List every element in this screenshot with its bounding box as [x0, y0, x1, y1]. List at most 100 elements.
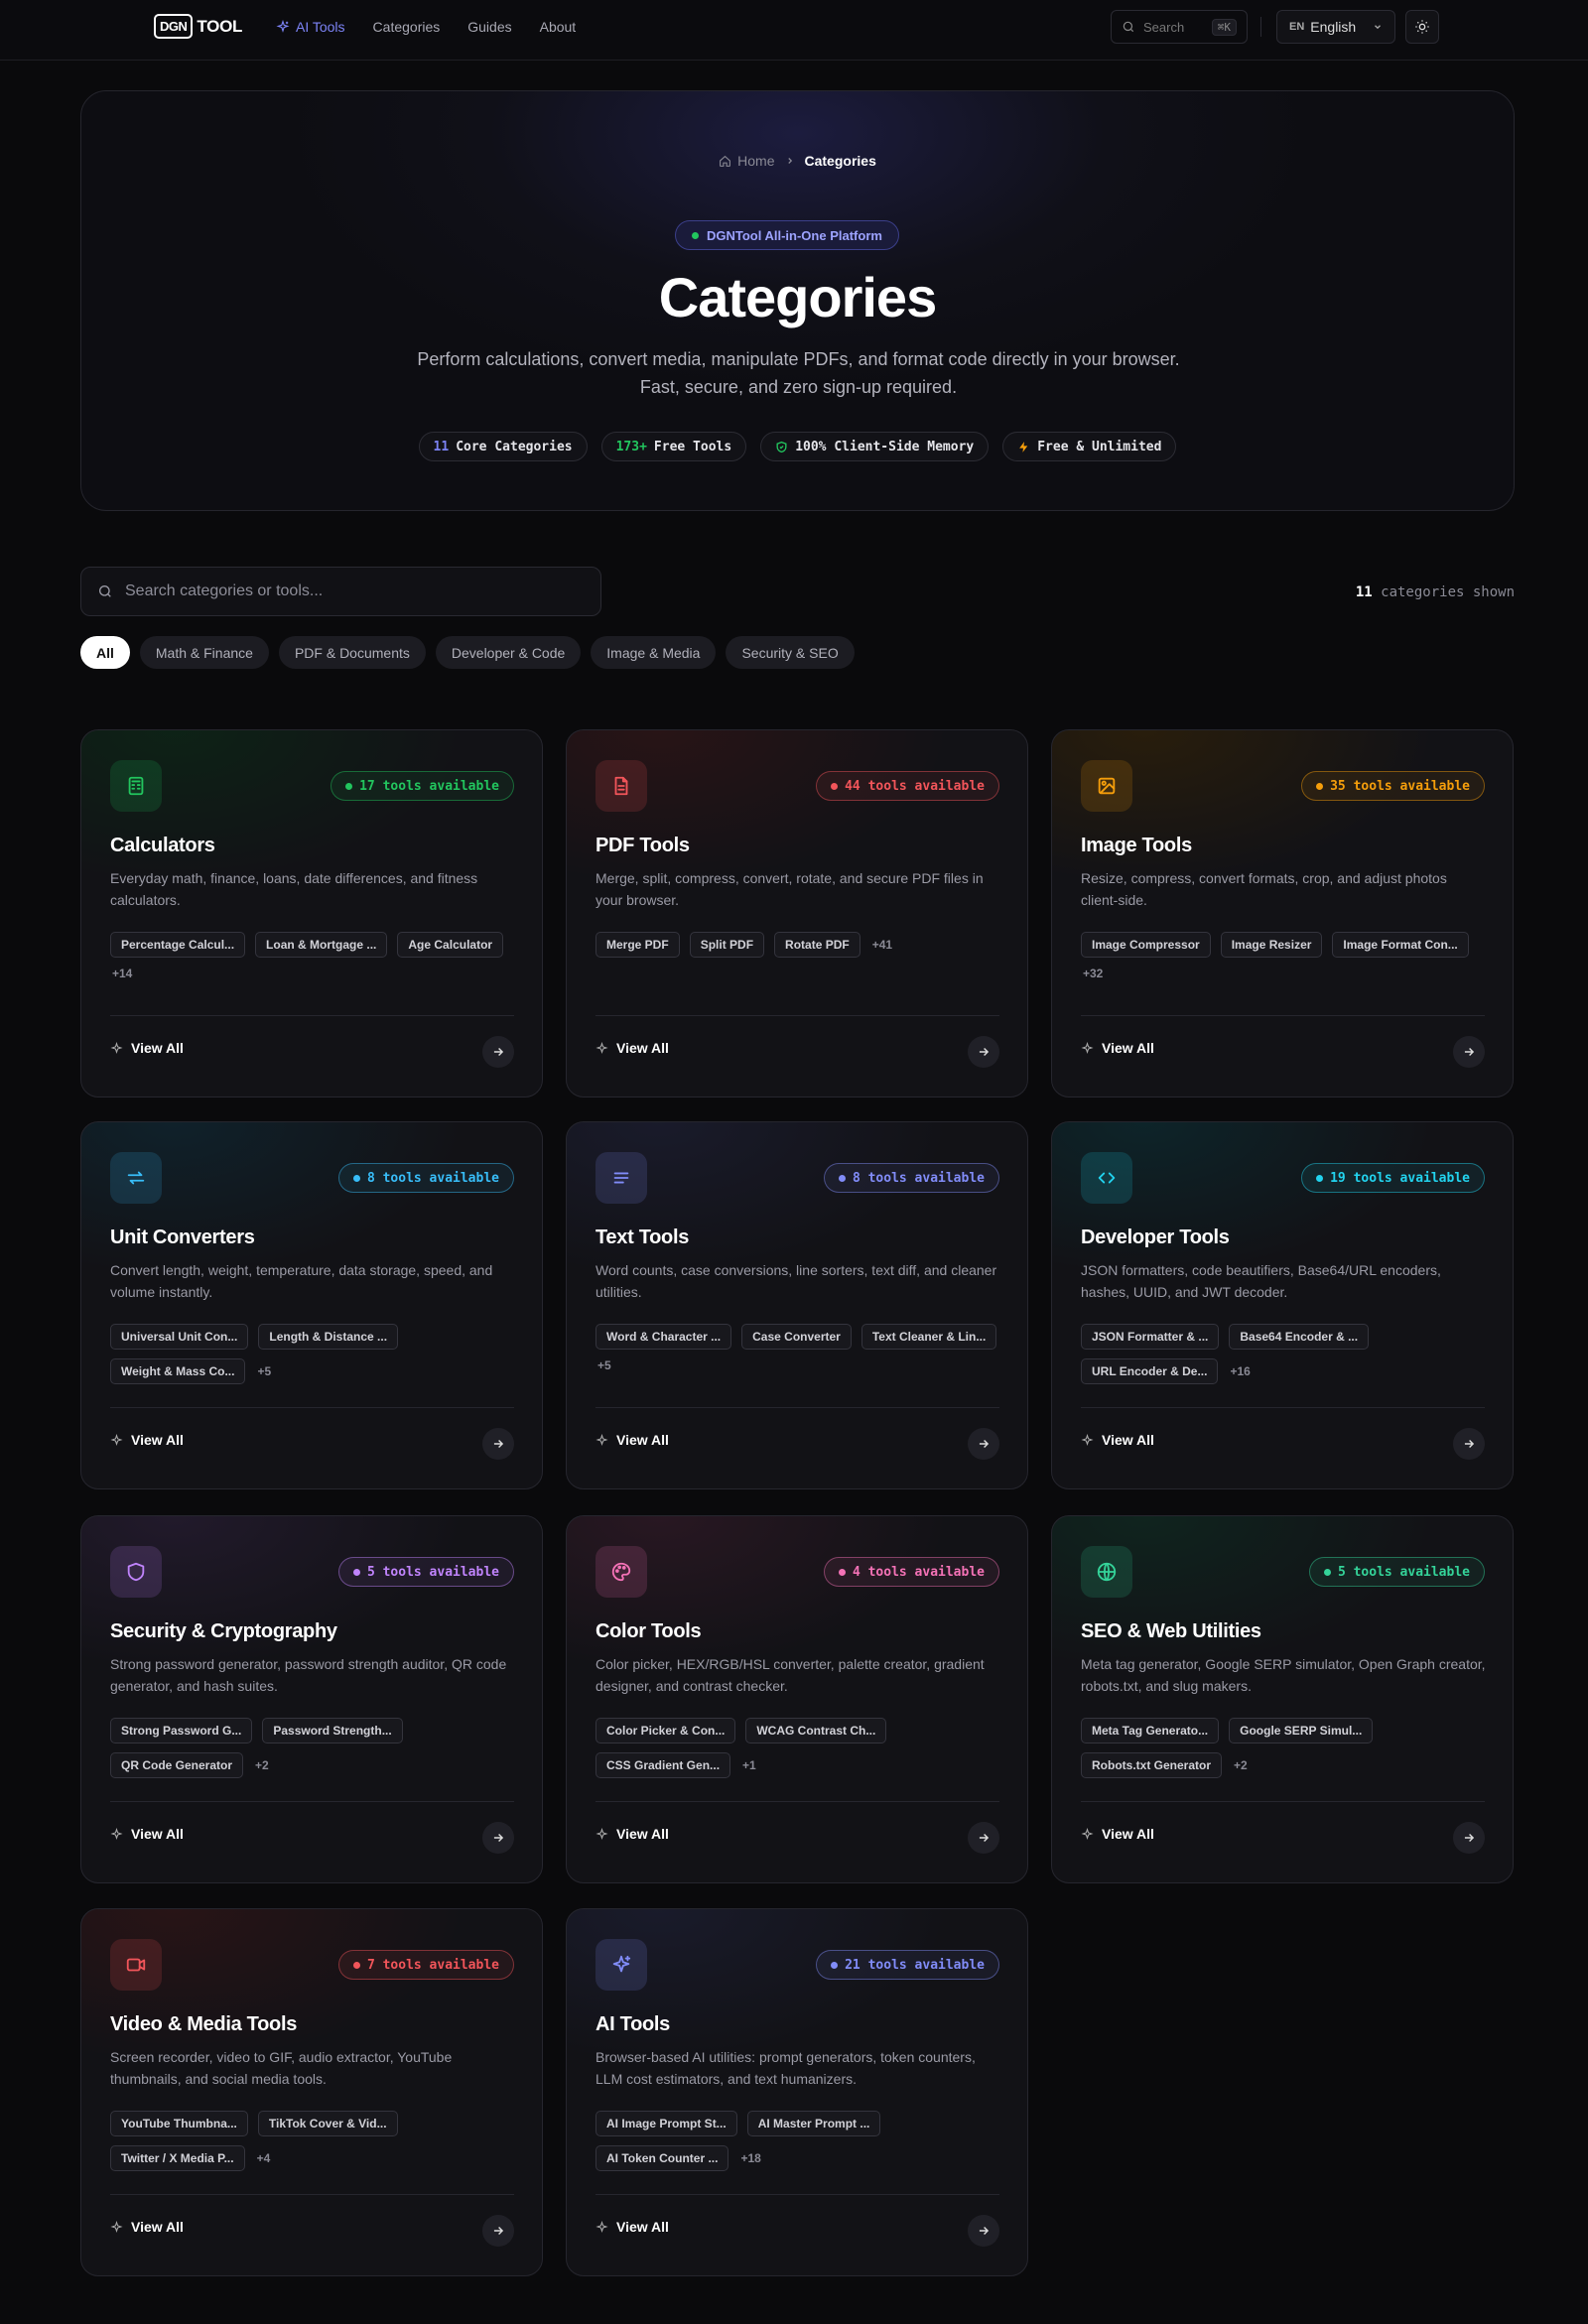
tool-tag[interactable]: Image Format Con...	[1332, 932, 1469, 958]
tool-tag[interactable]: URL Encoder & De...	[1081, 1358, 1219, 1384]
tool-tag[interactable]: Weight & Mass Co...	[110, 1358, 246, 1384]
tool-tag[interactable]: Robots.txt Generator	[1081, 1752, 1223, 1778]
category-search-input[interactable]: Search categories or tools...	[80, 567, 601, 616]
arrow-right-button[interactable]	[482, 1428, 514, 1460]
category-title[interactable]: Security & Cryptography	[110, 1620, 337, 1643]
tool-tag[interactable]: Color Picker & Con...	[596, 1718, 736, 1743]
category-card-image-tools[interactable]: 35 tools available Image Tools Resize, c…	[1051, 729, 1514, 1097]
tool-tag[interactable]: JSON Formatter & ...	[1081, 1324, 1220, 1350]
view-all-link[interactable]: View All	[1081, 1040, 1154, 1056]
tool-tag[interactable]: Merge PDF	[596, 932, 680, 958]
category-card-unit-converters[interactable]: 8 tools available Unit Converters Conver…	[80, 1121, 543, 1489]
stat-text: Core Categories	[456, 439, 573, 454]
tool-tag[interactable]: Percentage Calcul...	[110, 932, 246, 958]
filter-chip-image-media[interactable]: Image & Media	[591, 636, 717, 669]
view-all-link[interactable]: View All	[110, 1040, 184, 1056]
nav-link-categories[interactable]: Categories	[373, 19, 441, 35]
language-selector[interactable]: EN English	[1276, 10, 1395, 44]
nav-link-about[interactable]: About	[540, 19, 577, 35]
category-card-ai-tools[interactable]: 21 tools available AI Tools Browser-base…	[566, 1908, 1028, 2276]
arrow-right-button[interactable]	[968, 1036, 999, 1068]
arrow-right-icon	[979, 1833, 990, 1843]
tool-tag[interactable]: AI Master Prompt ...	[746, 2111, 881, 2136]
tool-tag[interactable]: QR Code Generator	[110, 1752, 244, 1778]
category-card-text-tools[interactable]: 8 tools available Text Tools Word counts…	[566, 1121, 1028, 1489]
arrow-right-button[interactable]	[1453, 1036, 1485, 1068]
filter-chip-security-seo[interactable]: Security & SEO	[726, 636, 855, 669]
arrow-right-button[interactable]	[482, 1036, 514, 1068]
category-card-pdf-tools[interactable]: 44 tools available PDF Tools Merge, spli…	[566, 729, 1028, 1097]
tool-tag[interactable]: Image Compressor	[1081, 932, 1211, 958]
tool-tag[interactable]: TikTok Cover & Vid...	[257, 2111, 398, 2136]
tool-tag[interactable]: Image Resizer	[1220, 932, 1323, 958]
tool-tag[interactable]: Split PDF	[689, 932, 765, 958]
category-title[interactable]: PDF Tools	[596, 835, 690, 857]
category-title[interactable]: Unit Converters	[110, 1227, 255, 1249]
view-all-link[interactable]: View All	[110, 1826, 184, 1842]
view-all-link[interactable]: View All	[596, 1826, 669, 1842]
view-all-link[interactable]: View All	[1081, 1826, 1154, 1842]
view-all-link[interactable]: View All	[596, 1040, 669, 1056]
breadcrumb-home[interactable]: Home	[737, 153, 774, 169]
tool-tag[interactable]: Case Converter	[741, 1324, 852, 1350]
tool-tag[interactable]: Strong Password G...	[110, 1718, 253, 1743]
theme-toggle-button[interactable]	[1405, 10, 1439, 44]
filter-chip-developer-code[interactable]: Developer & Code	[435, 636, 582, 669]
search-icon	[99, 585, 111, 597]
view-all-label: View All	[616, 1826, 669, 1842]
arrow-right-button[interactable]	[1453, 1822, 1485, 1854]
view-all-link[interactable]: View All	[110, 2219, 184, 2235]
tool-tag[interactable]: Word & Character ...	[596, 1324, 732, 1350]
nav-link-guides[interactable]: Guides	[467, 19, 511, 35]
tool-tag[interactable]: CSS Gradient Gen...	[596, 1752, 731, 1778]
tool-tag[interactable]: YouTube Thumbna...	[110, 2111, 248, 2136]
tool-tag[interactable]: Age Calculator	[397, 932, 504, 958]
sparkles-icon	[110, 1827, 123, 1840]
category-card-video-media-tools[interactable]: 7 tools available Video & Media Tools Sc…	[80, 1908, 543, 2276]
category-title[interactable]: Color Tools	[596, 1620, 702, 1643]
tool-tag[interactable]: Google SERP Simul...	[1229, 1718, 1374, 1743]
tool-tag[interactable]: Universal Unit Con...	[110, 1324, 249, 1350]
keyboard-shortcut: ⌘K	[1211, 18, 1237, 36]
view-all-link[interactable]: View All	[596, 1432, 669, 1448]
arrow-right-button[interactable]	[968, 1428, 999, 1460]
arrow-right-icon	[979, 1439, 990, 1449]
view-all-link[interactable]: View All	[596, 2219, 669, 2235]
view-all-link[interactable]: View All	[110, 1432, 184, 1448]
filter-chip-all[interactable]: All	[80, 636, 130, 669]
category-card-security-cryptography[interactable]: 5 tools available Security & Cryptograph…	[80, 1515, 543, 1883]
nav-search-button[interactable]: Search ⌘K	[1111, 10, 1248, 44]
category-card-color-tools[interactable]: 4 tools available Color Tools Color pick…	[566, 1515, 1028, 1883]
tool-tag[interactable]: Rotate PDF	[774, 932, 860, 958]
arrow-right-button[interactable]	[482, 1822, 514, 1854]
category-card-developer-tools[interactable]: 19 tools available Developer Tools JSON …	[1051, 1121, 1514, 1489]
arrow-right-button[interactable]	[968, 2215, 999, 2247]
nav-link-ai-tools[interactable]: AI Tools	[276, 19, 345, 35]
category-title[interactable]: AI Tools	[596, 2013, 670, 2036]
tool-tag[interactable]: AI Token Counter ...	[596, 2145, 729, 2171]
category-title[interactable]: Developer Tools	[1081, 1227, 1230, 1249]
category-card-calculators[interactable]: 17 tools available Calculators Everyday …	[80, 729, 543, 1097]
tool-tag[interactable]: Base64 Encoder & ...	[1229, 1324, 1370, 1350]
arrow-right-button[interactable]	[1453, 1428, 1485, 1460]
tool-tag[interactable]: Password Strength...	[262, 1718, 403, 1743]
view-all-link[interactable]: View All	[1081, 1432, 1154, 1448]
tool-tag[interactable]: Text Cleaner & Lin...	[860, 1324, 997, 1350]
filter-chip-math-finance[interactable]: Math & Finance	[139, 636, 269, 669]
category-title[interactable]: SEO & Web Utilities	[1081, 1620, 1261, 1643]
category-title[interactable]: Text Tools	[596, 1227, 689, 1249]
tool-tag[interactable]: Twitter / X Media P...	[110, 2145, 245, 2171]
arrow-right-button[interactable]	[968, 1822, 999, 1854]
filter-chip-pdf-documents[interactable]: PDF & Documents	[278, 636, 426, 669]
category-title[interactable]: Calculators	[110, 835, 215, 857]
category-title[interactable]: Image Tools	[1081, 835, 1192, 857]
tool-tag[interactable]: AI Image Prompt St...	[596, 2111, 737, 2136]
category-title[interactable]: Video & Media Tools	[110, 2013, 297, 2036]
category-card-seo-web-utilities[interactable]: 5 tools available SEO & Web Utilities Me…	[1051, 1515, 1514, 1883]
tool-tag[interactable]: WCAG Contrast Ch...	[745, 1718, 887, 1743]
tool-tag[interactable]: Meta Tag Generato...	[1081, 1718, 1220, 1743]
tool-tag[interactable]: Loan & Mortgage ...	[255, 932, 388, 958]
tool-tag[interactable]: Length & Distance ...	[258, 1324, 399, 1350]
arrow-right-button[interactable]	[482, 2215, 514, 2247]
logo[interactable]: DGN TOOL	[154, 14, 242, 39]
